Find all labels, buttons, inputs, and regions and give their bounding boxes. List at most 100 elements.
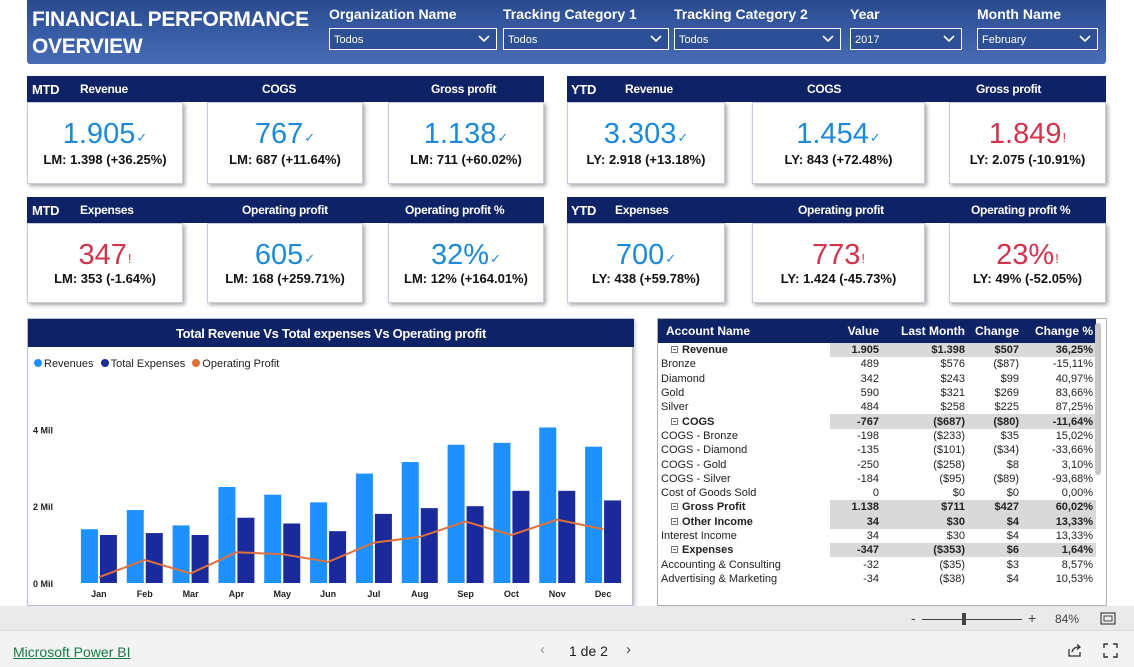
bar-total-expenses[interactable] [191,535,209,583]
kpi-card-mtd-revenue[interactable]: 1.905✓ LM: 1.398 (+36.25%) [27,102,183,184]
chart-plot: 0 Mil 2 Mil 4 Mil Jan Feb Mar Apr May Jun Jul Aug S… [33,425,622,599]
fit-to-page-icon[interactable] [1100,612,1116,625]
bar-revenues[interactable] [401,462,419,583]
zoom-slider-track[interactable] [922,619,1022,620]
kpi-card-ytd-expenses[interactable]: 700✓ LY: 438 (+59.78%) [567,223,725,303]
bar-revenues[interactable] [585,446,603,583]
bar-revenues[interactable] [310,502,328,583]
next-page-button[interactable]: › [626,641,631,658]
mtd-label: MTD [32,203,60,218]
kpi-card-ytd-operating-profit[interactable]: 773! LY: 1.424 (-45.73%) [752,223,925,303]
value-cell: $8 [1006,458,1019,471]
bar-total-expenses[interactable] [466,506,484,583]
col-account-name[interactable]: Account Name [658,319,830,343]
bar-revenues[interactable] [218,487,236,583]
kpi-card-mtd-operating-profit-pct[interactable]: 32%✓ LM: 12% (+164.01%) [388,223,544,303]
collapse-icon[interactable] [671,503,678,511]
value-cell: 489 [860,358,879,371]
kpi-card-mtd-cogs[interactable]: 767✓ LM: 687 (+11.64%) [207,102,363,184]
zoom-slider-thumb[interactable] [962,613,966,625]
col-value[interactable]: Value [830,319,882,343]
kpi-card-mtd-operating-profit[interactable]: 605✓ LM: 168 (+259.71%) [207,223,363,303]
bar-revenues[interactable] [80,529,98,583]
bar-total-expenses[interactable] [283,523,301,583]
slicer-label: Organization Name [329,6,457,22]
account-name: Diamond [661,372,706,385]
revenue-expenses-chart[interactable]: Total Revenue Vs Total expenses Vs Opera… [27,318,634,606]
account-matrix[interactable]: Account Name Value Last Month Change Cha… [657,318,1107,606]
kpi-card-mtd-gross-profit[interactable]: 1.138✓ LM: 711 (+60.02%) [388,102,544,184]
bar-total-expenses[interactable] [420,508,438,583]
bar-total-expenses[interactable] [145,533,163,583]
kpi-card-ytd-gross-profit[interactable]: 1.849! LY: 2.075 (-10.91%) [949,102,1106,184]
matrix-row[interactable]: Silver 484 $258 $225 87,25% [658,400,1096,414]
matrix-row[interactable]: COGS - Silver -184 ($95) ($89) -93,68% [658,472,1096,486]
bar-revenues[interactable] [264,494,282,583]
previous-page-button[interactable]: ‹ [540,641,545,658]
bar-revenues[interactable] [126,510,144,583]
col-change-pct[interactable]: Change % [1022,319,1096,343]
bar-revenues[interactable] [355,473,373,583]
kpi-value: 773 [811,239,861,271]
matrix-group-row[interactable]: Revenue 1.905 $1.398 $507 36,25% [658,343,1096,358]
matrix-row[interactable]: Advertising & Marketing -34 ($38) $4 10,53% [658,572,1096,586]
matrix-row[interactable]: Bronze 489 $576 ($87) -15,11% [658,357,1096,371]
bar-total-expenses[interactable] [237,517,255,583]
matrix-row[interactable]: COGS - Diamond -135 ($101) ($34) -33,66% [658,443,1096,457]
bar-total-expenses[interactable] [558,490,576,583]
share-icon[interactable] [1067,643,1082,658]
value-cell: $711 [882,500,968,515]
col-last-month[interactable]: Last Month [882,319,968,343]
collapse-icon[interactable] [671,517,678,525]
month-dropdown[interactable]: February [977,28,1098,50]
value-cell: 40,97% [1055,372,1093,385]
fullscreen-icon[interactable] [1103,643,1118,658]
tracking-category-2-dropdown[interactable]: Todos [674,28,841,50]
matrix-row[interactable]: Diamond 342 $243 $99 40,97% [658,372,1096,386]
slicer-tracking-category-2: Tracking Category 2 Todos [674,6,841,50]
matrix-group-row[interactable]: COGS -767 ($687) ($80) -11,64% [658,414,1096,429]
zoom-out-button[interactable]: - [911,610,916,626]
bar-total-expenses[interactable] [604,500,622,583]
account-name: Bronze [661,358,696,371]
matrix-row[interactable]: Gold 590 $321 $269 83,66% [658,386,1096,400]
alert-icon: ! [861,251,865,266]
organization-dropdown[interactable]: Todos [329,28,497,50]
bar-total-expenses[interactable] [512,490,530,583]
kpi-card-mtd-expenses[interactable]: 347! LM: 353 (-1.64%) [27,223,183,303]
dropdown-value: February [982,34,1027,46]
bar-revenues[interactable] [447,444,465,583]
ytd-label: YTD [571,82,597,97]
kpi-card-ytd-operating-profit-pct[interactable]: 23%! LY: 49% (-52.05%) [949,223,1106,303]
collapse-icon[interactable] [671,346,678,354]
matrix-group-row[interactable]: Other Income 34 $30 $4 13,33% [658,514,1096,529]
value-cell: 15,02% [1055,429,1093,442]
dropdown-value: Todos [508,34,538,46]
matrix-group-row[interactable]: Gross Profit 1.138 $711 $427 60,02% [658,500,1096,515]
matrix-scrollbar[interactable] [1095,323,1101,475]
year-dropdown[interactable]: 2017 [850,28,962,50]
zoom-in-button[interactable]: + [1028,610,1036,626]
matrix-group-row[interactable]: Expenses -347 ($353) $6 1,64% [658,543,1096,558]
matrix-row[interactable]: COGS - Bronze -198 ($233) $35 15,02% [658,429,1096,443]
collapse-icon[interactable] [671,546,678,554]
kpi-card-ytd-cogs[interactable]: 1.454✓ LY: 843 (+72.48%) [752,102,925,184]
mtd-oppct-label: Operating profit % [405,203,505,217]
bar-total-expenses[interactable] [374,513,392,583]
matrix-row[interactable]: COGS - Gold -250 ($258) $8 3,10% [658,457,1096,471]
matrix-row[interactable]: Cost of Goods Sold 0 $0 $0 0,00% [658,486,1096,500]
slicer-label: Month Name [977,6,1061,22]
matrix-row[interactable]: Accounting & Consulting -32 ($35) $3 8,57% [658,557,1096,571]
y-tick-label: 4 Mil [33,425,53,435]
alert-icon: ! [1062,130,1067,145]
tracking-category-1-dropdown[interactable]: Todos [503,28,669,50]
col-change[interactable]: Change [968,319,1022,343]
bar-revenues[interactable] [539,427,557,583]
bar-revenues[interactable] [493,442,511,583]
collapse-icon[interactable] [671,417,678,425]
bar-revenues[interactable] [172,525,190,583]
matrix-row[interactable]: Interest Income 34 $30 $4 13,33% [658,529,1096,543]
powerbi-link[interactable]: Microsoft Power BI [13,644,130,660]
kpi-compare: LM: 353 (-1.64%) [54,271,156,286]
kpi-card-ytd-revenue[interactable]: 3.303✓ LY: 2.918 (+13.18%) [567,102,725,184]
